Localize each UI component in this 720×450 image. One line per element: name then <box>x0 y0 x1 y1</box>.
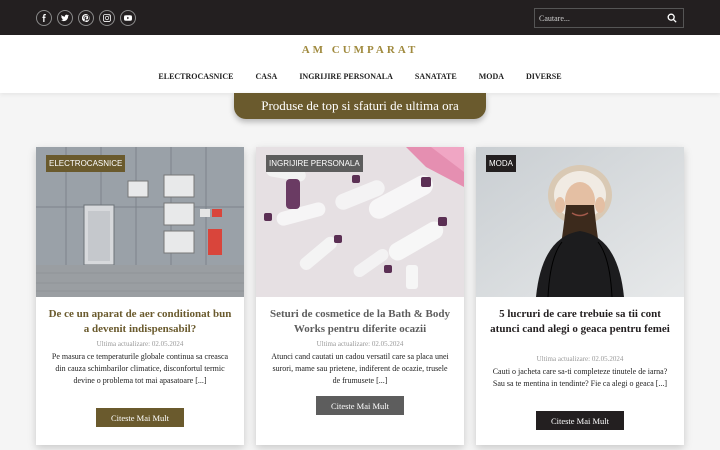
instagram-icon[interactable] <box>99 10 115 26</box>
article-date: Ultima actualizare: 02.05.2024 <box>536 355 624 363</box>
article-card: INGRIJIRE PERSONALA Seturi de cosmetice … <box>256 147 464 445</box>
site-logo[interactable]: AM CUMPARAT <box>0 44 720 56</box>
site-header: AM CUMPARAT ELECTROCASNICE CASA INGRIJIR… <box>0 35 720 93</box>
social-links <box>36 10 136 26</box>
article-excerpt: Atunci cand cautati un cadou versatil ca… <box>271 352 449 385</box>
article-title[interactable]: De ce un aparat de aer conditionat bun a… <box>46 307 234 337</box>
read-more-button[interactable]: Citeste Mai Mult <box>316 396 404 415</box>
article-card: MODA 5 lucruri de care trebuie sa tii co… <box>476 147 684 445</box>
article-image[interactable]: INGRIJIRE PERSONALA <box>256 147 464 297</box>
read-more-button[interactable]: Citeste Mai Mult <box>536 411 624 430</box>
twitter-icon[interactable] <box>57 10 73 26</box>
article-date: Ultima actualizare: 02.05.2024 <box>316 340 404 348</box>
category-badge[interactable]: INGRIJIRE PERSONALA <box>266 155 363 172</box>
article-image[interactable]: ELECTROCASNICE <box>36 147 244 297</box>
nav-item-sanatate[interactable]: SANATATE <box>404 72 468 81</box>
main-nav: ELECTROCASNICE CASA INGRIJIRE PERSONALA … <box>0 72 720 81</box>
article-date: Ultima actualizare: 02.05.2024 <box>96 340 184 348</box>
section-banner: Produse de top si sfaturi de ultima ora <box>234 93 486 119</box>
article-title[interactable]: 5 lucruri de care trebuie sa tii cont at… <box>486 307 674 337</box>
article-card: ELECTROCASNICE De ce un aparat de aer co… <box>36 147 244 445</box>
read-more-button[interactable]: Citeste Mai Mult <box>96 408 184 427</box>
top-bar <box>0 0 720 35</box>
category-badge[interactable]: MODA <box>486 155 516 172</box>
category-badge[interactable]: ELECTROCASNICE <box>46 155 126 172</box>
facebook-icon[interactable] <box>36 10 52 26</box>
article-excerpt: Pe masura ce temperaturile globale conti… <box>51 352 229 385</box>
article-excerpt: Cauti o jacheta care sa-ti completeze ti… <box>492 367 668 388</box>
search-box <box>534 8 684 28</box>
youtube-icon[interactable] <box>120 10 136 26</box>
article-image[interactable]: MODA <box>476 147 684 297</box>
pinterest-icon[interactable] <box>78 10 94 26</box>
search-icon[interactable] <box>663 9 681 27</box>
nav-item-casa[interactable]: CASA <box>245 72 289 81</box>
nav-item-ingrijire-personala[interactable]: INGRIJIRE PERSONALA <box>288 72 404 81</box>
article-title[interactable]: Seturi de cosmetice de la Bath & Body Wo… <box>266 307 454 337</box>
nav-item-electrocasnice[interactable]: ELECTROCASNICE <box>147 72 244 81</box>
nav-item-diverse[interactable]: DIVERSE <box>515 72 573 81</box>
nav-item-moda[interactable]: MODA <box>468 72 515 81</box>
search-input[interactable] <box>535 9 663 27</box>
